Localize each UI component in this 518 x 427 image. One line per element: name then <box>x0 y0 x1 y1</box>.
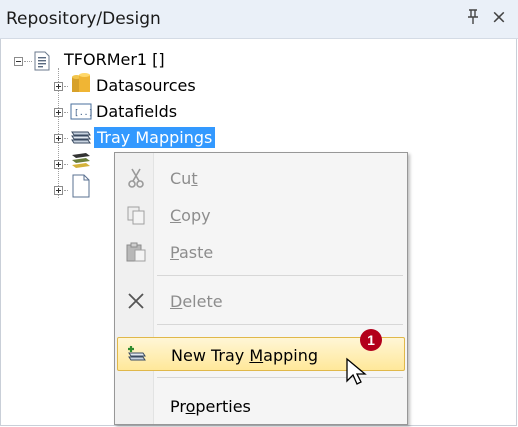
root-collapse-toggle[interactable] <box>14 57 23 66</box>
menu-item-properties[interactable]: Properties <box>117 389 405 423</box>
menu-item-label: Copy <box>170 206 211 225</box>
expand-toggle[interactable] <box>54 108 63 117</box>
menu-item-label: Properties <box>170 397 251 416</box>
menu-item-cut[interactable]: Cut <box>117 161 405 195</box>
expand-toggle[interactable] <box>54 186 63 195</box>
pin-icon[interactable] <box>466 9 480 29</box>
expand-toggle[interactable] <box>54 82 63 91</box>
paste-icon <box>126 242 146 262</box>
database-icon <box>72 73 90 92</box>
delete-x-icon <box>128 293 144 309</box>
tree-item-tray-mappings[interactable]: Tray Mappings <box>94 127 216 148</box>
scissors-icon <box>128 168 144 188</box>
tree-root-label[interactable]: TFORMer1 [] <box>64 50 165 69</box>
tray-mapping-icon <box>71 131 91 144</box>
menu-item-label: Delete <box>170 292 223 311</box>
page-icon <box>72 174 90 198</box>
svg-text:[..]: [..] <box>74 108 92 117</box>
panel-title: Repository/Design <box>6 9 161 29</box>
menu-item-paste[interactable]: Paste <box>117 235 405 269</box>
mouse-pointer-icon <box>346 357 367 385</box>
copy-icon <box>127 206 145 225</box>
panel-titlebar: Repository/Design × <box>0 0 518 39</box>
menu-separator <box>157 324 403 325</box>
menu-item-delete[interactable]: Delete <box>117 284 405 318</box>
menu-item-label: Cut <box>170 169 198 188</box>
tree-item-datafields[interactable]: Datafields <box>96 102 177 121</box>
field-icon: [..] <box>70 103 92 120</box>
expand-toggle[interactable] <box>54 160 63 169</box>
expand-toggle[interactable] <box>54 134 63 143</box>
report-file-icon <box>34 51 50 71</box>
callout-badge: 1 <box>360 329 382 351</box>
menu-item-copy[interactable]: Copy <box>117 198 405 232</box>
layers-icon <box>72 153 90 168</box>
new-tray-mapping-icon <box>128 346 146 361</box>
menu-separator <box>157 275 403 276</box>
tree-item-datasources[interactable]: Datasources <box>96 76 196 95</box>
close-icon[interactable]: × <box>491 6 507 28</box>
menu-item-label: Paste <box>170 243 214 262</box>
menu-item-label: New Tray Mapping <box>171 346 319 365</box>
